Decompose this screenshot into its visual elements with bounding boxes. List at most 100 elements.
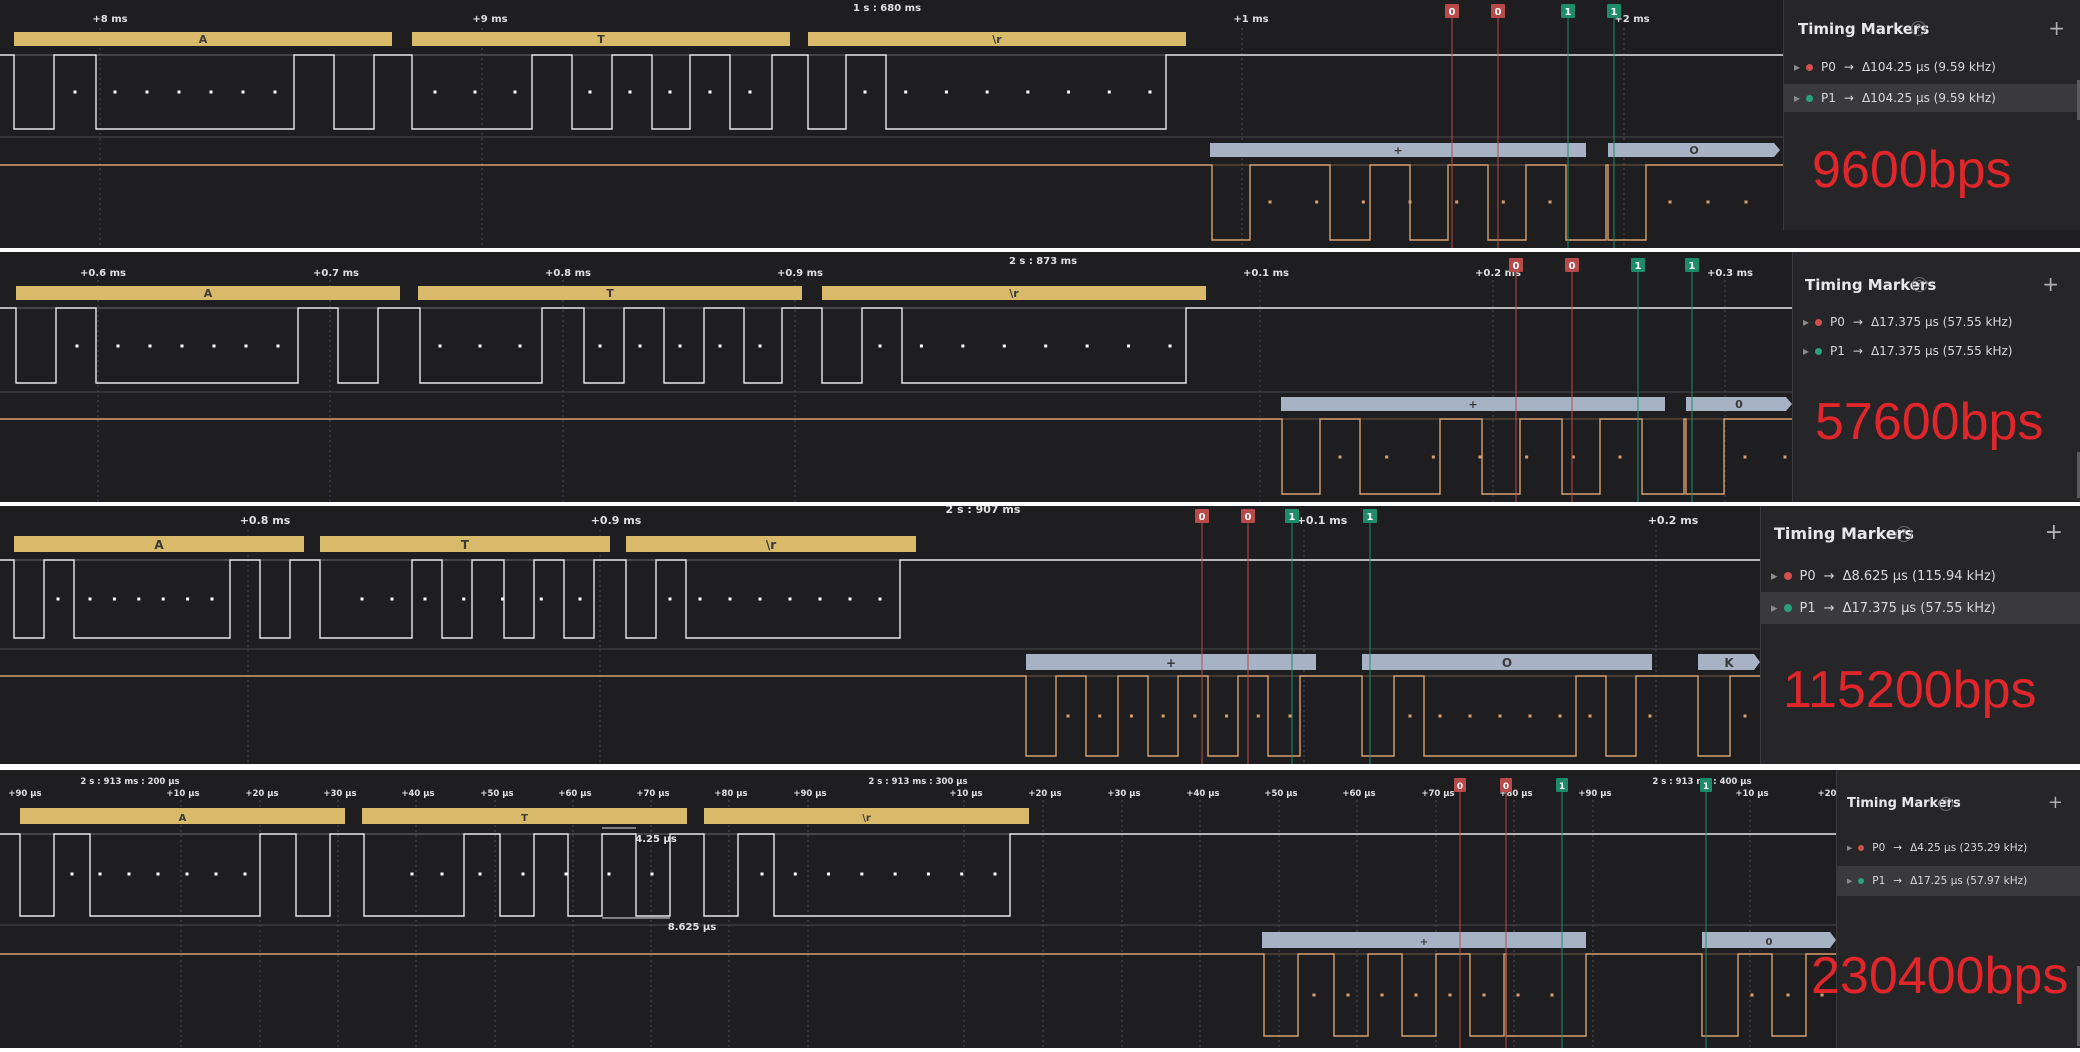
- time-label: +50 µs: [480, 789, 513, 799]
- bit-sample-dot: [698, 597, 702, 601]
- expand-caret-icon[interactable]: ▸: [1771, 601, 1778, 616]
- bit-sample-dot: [1455, 200, 1459, 204]
- bit-sample-dot: [113, 90, 117, 94]
- waveform-canvas[interactable]: +90 µs 2 s : 913 ms : 200 µs +10 µs +20 µs +…: [0, 770, 1836, 1048]
- expand-caret-icon[interactable]: ▸: [1794, 60, 1800, 74]
- bit-sample-dot: [1482, 993, 1486, 997]
- timing-marker-flag-label: 1: [1611, 7, 1618, 18]
- time-label: +0.7 ms: [313, 268, 359, 279]
- marker-row-p1[interactable]: ▸ P1 → Δ104.25 µs (9.59 kHz): [1784, 84, 2080, 112]
- expand-caret-icon[interactable]: ▸: [1847, 875, 1852, 887]
- help-icon[interactable]: ?: [1896, 526, 1912, 542]
- bit-sample-dot: [944, 90, 948, 94]
- time-label: +30 µs: [1107, 789, 1140, 799]
- bit-sample-dot: [423, 597, 427, 601]
- expand-caret-icon[interactable]: ▸: [1771, 569, 1778, 584]
- bit-sample-dot: [209, 90, 213, 94]
- bit-sample-dot: [678, 344, 682, 348]
- timing-marker-flag-label: 1: [1689, 261, 1696, 272]
- bit-sample-dot: [1168, 344, 1172, 348]
- help-icon[interactable]: ?: [1911, 21, 1926, 36]
- bit-sample-dot: [1528, 714, 1532, 718]
- time-label: +60 µs: [1342, 789, 1375, 799]
- bit-sample-dot: [410, 872, 414, 876]
- add-marker-icon[interactable]: +: [2048, 792, 2063, 813]
- expand-caret-icon[interactable]: ▸: [1794, 91, 1800, 105]
- decoded-byte-label: K: [1724, 656, 1734, 670]
- bit-sample-dot: [1706, 200, 1710, 204]
- marker-row-p0[interactable]: ▸ P0 → Δ104.25 µs (9.59 kHz): [1784, 55, 2080, 79]
- marker-row-p0[interactable]: ▸ P0 → Δ17.375 µs (57.55 kHz): [1793, 310, 2080, 334]
- bit-sample-dot: [1346, 993, 1350, 997]
- bit-sample-dot: [75, 344, 79, 348]
- bit-sample-dot: [360, 597, 364, 601]
- marker-row-p0[interactable]: ▸ P0 → Δ4.25 µs (235.29 kHz): [1837, 836, 2080, 860]
- bit-sample-dot: [1288, 714, 1292, 718]
- decoded-byte-label: \r: [766, 538, 776, 552]
- bit-sample-dot: [185, 872, 189, 876]
- bit-sample-dot: [70, 872, 74, 876]
- bit-sample-dot: [521, 872, 525, 876]
- marker-p1-icon: [1783, 604, 1792, 612]
- bit-sample-dot: [1148, 90, 1152, 94]
- marker-row-p0[interactable]: ▸ P0 → Δ8.625 µs (115.94 kHz): [1761, 562, 2080, 590]
- marker-row-p1[interactable]: ▸ P1 → Δ17.375 µs (57.55 kHz): [1793, 339, 2080, 363]
- tx-waveform: [0, 833, 1836, 917]
- baud-rate-label: 9600bps: [1812, 141, 2012, 199]
- sidebar-title: Timing Markers: [1774, 524, 1915, 543]
- add-marker-icon[interactable]: +: [2042, 272, 2059, 296]
- time-label: +8 ms: [92, 14, 127, 25]
- bit-sample-dot: [112, 597, 116, 601]
- decoded-byte-label: A: [154, 538, 164, 552]
- arrow-icon: →: [1843, 60, 1854, 74]
- bit-sample-dot: [863, 90, 867, 94]
- marker-row-p1[interactable]: ▸ P1 → Δ17.375 µs (57.55 kHz): [1761, 592, 2080, 624]
- rx-waveform: [0, 164, 1783, 241]
- marker-p0-icon: [1806, 63, 1814, 71]
- waveform-view[interactable]: +90 µs 2 s : 913 ms : 200 µs +10 µs +20 µs +…: [0, 770, 1836, 1048]
- marker-row-p1[interactable]: ▸ P1 → Δ17.25 µs (57.97 kHz): [1837, 866, 2080, 896]
- bit-sample-dot: [1414, 993, 1418, 997]
- marker-name: P0: [1821, 60, 1836, 74]
- time-label: +20 µs: [1028, 789, 1061, 799]
- arrow-icon: →: [1852, 315, 1863, 329]
- time-label: +1 ms: [1233, 14, 1268, 25]
- bit-sample-dot: [960, 872, 964, 876]
- bit-sample-dot: [1743, 455, 1747, 459]
- waveform-canvas[interactable]: +0.8 ms +0.9 ms 2 s : 907 ms +0.1 ms +0.2 ms…: [0, 506, 1760, 764]
- timing-markers-sidebar: Timing Markers ? + ▸ P0 → Δ4.25 µs (235.…: [1811, 770, 2080, 1048]
- expand-caret-icon[interactable]: ▸: [1803, 315, 1809, 329]
- bit-sample-dot: [607, 872, 611, 876]
- marker-name: P0: [1830, 315, 1845, 329]
- marker-value: Δ4.25 µs (235.29 kHz): [1910, 842, 2028, 854]
- bit-sample-dot: [440, 872, 444, 876]
- expand-caret-icon[interactable]: ▸: [1847, 842, 1852, 854]
- arrow-icon: →: [1893, 875, 1903, 887]
- bit-sample-dot: [98, 872, 102, 876]
- waveform-view[interactable]: +8 ms +9 ms 1 s : 680 ms +1 ms +2 ms A T \r + O 0 0…: [0, 0, 1783, 248]
- rx-waveform: [0, 675, 1760, 757]
- time-label: +90 µs: [1578, 789, 1611, 799]
- help-icon[interactable]: ?: [1939, 797, 1953, 811]
- help-icon[interactable]: ?: [1912, 277, 1927, 292]
- add-marker-icon[interactable]: +: [2048, 16, 2065, 40]
- waveform-canvas[interactable]: +0.6 ms +0.7 ms +0.8 ms +0.9 ms 2 s : 873 ms…: [0, 252, 1792, 502]
- marker-name: P1: [1830, 344, 1845, 358]
- time-label: +20: [1818, 789, 1836, 799]
- baud-rate-label: 230400bps: [1811, 947, 2069, 1005]
- expand-caret-icon[interactable]: ▸: [1803, 344, 1809, 358]
- waveform-view[interactable]: +0.8 ms +0.9 ms 2 s : 907 ms +0.1 ms +0.2 ms…: [0, 506, 1760, 764]
- waveform-canvas[interactable]: +8 ms +9 ms1 s : 680 ms+1 ms +2 msA T \r+ O0 0…: [0, 0, 1783, 248]
- time-label: +60 µs: [558, 789, 591, 799]
- timing-marker-flag-label: 0: [1495, 7, 1502, 18]
- measurement-label: 4.25 µs: [635, 834, 677, 845]
- add-marker-icon[interactable]: +: [2045, 520, 2063, 545]
- bit-sample-dot: [728, 597, 732, 601]
- timing-marker-flag-label: 0: [1503, 782, 1509, 792]
- time-label: +0.1 ms: [1243, 268, 1289, 279]
- bit-sample-dot: [1501, 200, 1505, 204]
- waveform-view[interactable]: +0.6 ms +0.7 ms +0.8 ms +0.9 ms 2 s : 873 ms…: [0, 252, 1792, 502]
- baud-rate-label: 57600bps: [1815, 393, 2044, 451]
- bit-sample-dot: [210, 597, 214, 601]
- bit-sample-dot: [1438, 714, 1442, 718]
